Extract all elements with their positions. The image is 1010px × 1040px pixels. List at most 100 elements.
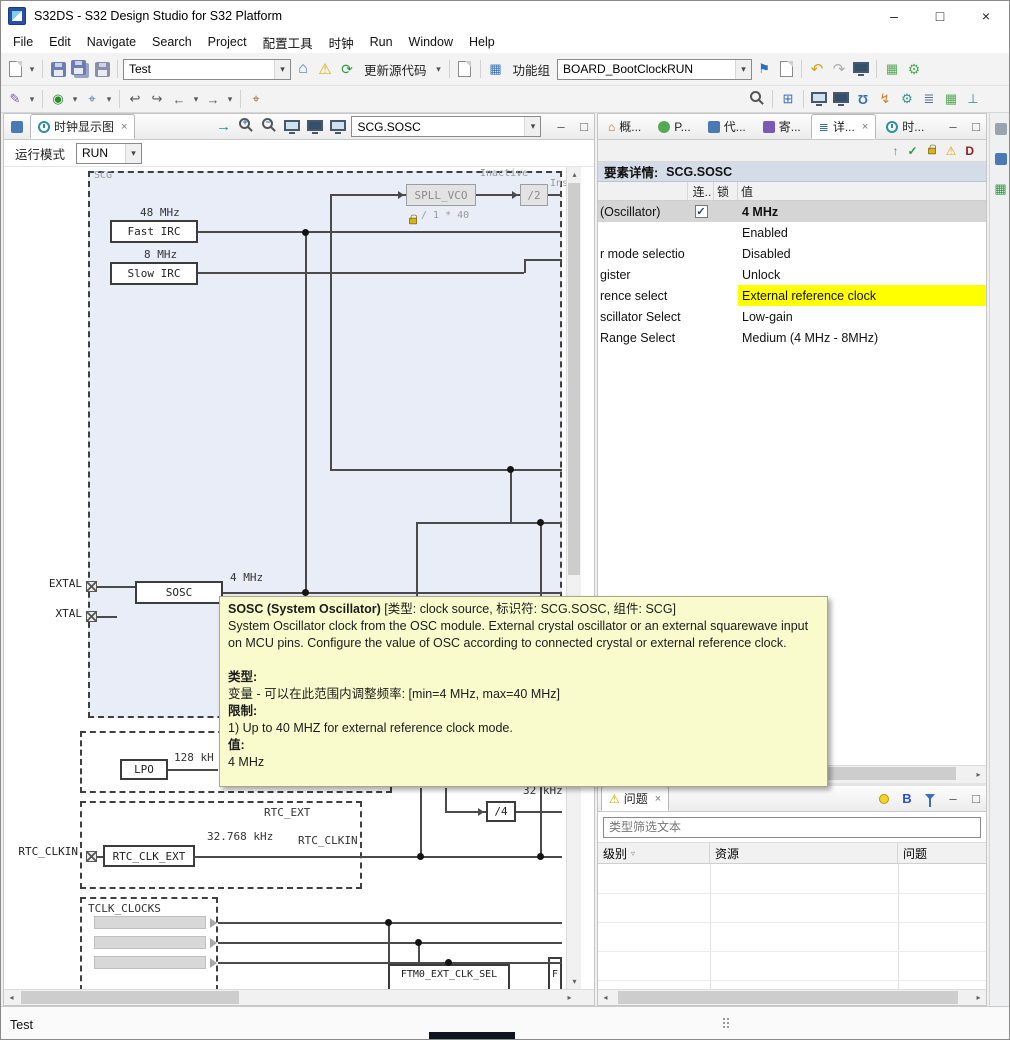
view-minimize-button[interactable]: – [551, 116, 571, 138]
open-table-button[interactable]: ⊞ [778, 88, 798, 110]
view-minimize-button[interactable]: – [943, 788, 963, 810]
detail-view-button[interactable] [328, 116, 348, 138]
tab-overview[interactable]: ⌂ 概... [601, 114, 648, 139]
forward-button[interactable]: → [203, 88, 223, 110]
save-button[interactable] [48, 58, 68, 80]
flag-button[interactable]: ⚑ [754, 58, 774, 80]
update-code-dropdown[interactable]: ▾ [434, 58, 444, 80]
functional-group-combo[interactable]: BOARD_BootClockRUN ▾ [557, 58, 753, 80]
tab-code[interactable]: 代... [701, 114, 753, 139]
tab-details[interactable]: ≣ 详... × [810, 114, 877, 139]
menu-config-tools[interactable]: 配置工具 [255, 31, 321, 54]
debug-tool-button[interactable]: ⌖ [82, 88, 102, 110]
element-combo[interactable]: SCG.SOSC ▾ [351, 116, 542, 137]
slow-irc-block[interactable]: Slow IRC [110, 262, 198, 285]
scroll-right-icon[interactable]: ▸ [971, 990, 986, 1005]
launch-config-combo[interactable]: Test ▾ [123, 58, 291, 80]
scroll-up-icon[interactable]: ▴ [567, 167, 582, 182]
spll-div2-block[interactable]: /2 [520, 184, 548, 206]
type-filter-input[interactable] [603, 816, 981, 838]
go-into-button[interactable]: → [213, 116, 233, 138]
tab-problems[interactable]: ⚠ 问题 × [601, 786, 670, 811]
functional-group-icon[interactable]: ▦ [486, 58, 506, 80]
quick-fix-button[interactable] [874, 788, 894, 810]
maximize-button[interactable]: □ [917, 1, 963, 31]
devices-tool-button[interactable] [831, 88, 851, 110]
menu-project[interactable]: Project [200, 33, 255, 51]
perspective-icon[interactable] [7, 116, 27, 138]
menu-help[interactable]: Help [461, 33, 503, 51]
menu-navigate[interactable]: Navigate [79, 33, 144, 51]
tclk-slot[interactable] [94, 936, 206, 949]
tab-close-icon[interactable]: × [121, 121, 127, 133]
warning-filter-icon[interactable]: ⚠ [946, 144, 957, 158]
search-button[interactable] [747, 88, 767, 110]
minimized-view-button[interactable] [991, 148, 1010, 170]
sosc-block[interactable]: SOSC [135, 581, 223, 604]
new-dropdown[interactable]: ▾ [27, 58, 37, 80]
menu-run[interactable]: Run [362, 33, 401, 51]
pins-tool-button[interactable]: Ʊ [853, 88, 873, 110]
spll-vco-block[interactable]: SPLL_VCO [406, 184, 476, 206]
rtc-clkin-port[interactable] [86, 851, 97, 862]
col-lock[interactable]: 锁 [714, 182, 738, 200]
zoom-out-button[interactable]: − [259, 116, 279, 138]
annotate-dropdown[interactable]: ▾ [27, 88, 37, 110]
back-button[interactable]: ← [169, 88, 189, 110]
debug-tool-dropdown[interactable]: ▾ [104, 88, 114, 110]
problems-horizontal-scrollbar[interactable]: ◂ ▸ [598, 989, 986, 1005]
tab-p[interactable]: P... [651, 114, 697, 139]
back-history-button[interactable]: ↩ [125, 88, 145, 110]
tab-registers[interactable]: 寄... [756, 114, 808, 139]
back-dropdown[interactable]: ▾ [191, 88, 201, 110]
peripherals-tool-button[interactable] [809, 88, 829, 110]
extal-port[interactable] [86, 581, 97, 592]
col-problem[interactable]: 问题 [898, 843, 986, 863]
run-tool-dropdown[interactable]: ▾ [70, 88, 80, 110]
annotate-button[interactable]: ✎ [5, 88, 25, 110]
scroll-left-icon[interactable]: ◂ [598, 990, 613, 1005]
col-name[interactable] [598, 182, 688, 200]
memory-grid-button[interactable]: ▦ [882, 58, 902, 80]
save-as-button[interactable] [92, 58, 112, 80]
clocks-tool-button[interactable]: ⚙ [897, 88, 917, 110]
col-value[interactable]: 值 [738, 182, 986, 200]
power-tool-button[interactable]: ↯ [875, 88, 895, 110]
close-button[interactable]: × [963, 1, 1009, 31]
scroll-left-icon[interactable]: ◂ [4, 990, 19, 1005]
tab-clocks[interactable]: 时... [879, 114, 931, 139]
canvas-horizontal-scrollbar[interactable]: ◂ ▸ [4, 989, 594, 1005]
tclk-slot[interactable] [94, 956, 206, 969]
config-window-button[interactable] [455, 58, 475, 80]
combo-arrow-icon[interactable]: ▾ [125, 143, 142, 163]
zoom-in-button[interactable]: + [236, 116, 256, 138]
table-row[interactable]: gister Unlock [598, 264, 986, 285]
menu-search[interactable]: Search [144, 33, 200, 51]
rtc-clk-ext-block[interactable]: RTC_CLK_EXT [103, 845, 195, 867]
tab-clock-diagram[interactable]: 时钟显示图 × [30, 114, 136, 139]
forward-history-button[interactable]: ↪ [147, 88, 167, 110]
undo-button[interactable]: ↶ [807, 58, 827, 80]
canvas-vertical-scrollbar[interactable]: ▴ ▾ [566, 167, 581, 989]
export-button[interactable] [851, 58, 871, 80]
full-view-button[interactable] [305, 116, 325, 138]
table-row[interactable]: rence select External reference clock [598, 285, 986, 306]
view-maximize-button[interactable]: □ [966, 116, 986, 138]
scroll-right-icon[interactable]: ▸ [562, 990, 577, 1005]
combo-arrow-icon[interactable]: ▾ [524, 117, 541, 136]
scrollbar-thumb[interactable] [618, 991, 958, 1004]
combo-arrow-icon[interactable]: ▾ [274, 59, 290, 79]
default-filter-icon[interactable]: D [965, 144, 974, 158]
statusbar-grip[interactable] [723, 1018, 725, 1020]
tclk-slot[interactable] [94, 916, 206, 929]
combo-arrow-icon[interactable]: ▾ [735, 59, 752, 79]
registers-tool-button[interactable]: ≣ [919, 88, 939, 110]
div4-block[interactable]: /4 [486, 801, 516, 822]
minimize-button[interactable]: – [871, 1, 917, 31]
home-button[interactable]: ⌂ [293, 58, 313, 80]
col-connected[interactable]: 连.. [688, 182, 714, 200]
forward-dropdown[interactable]: ▾ [225, 88, 235, 110]
menu-clocks[interactable]: 时钟 [321, 31, 362, 54]
tab-close-icon[interactable]: × [862, 121, 868, 133]
scroll-top-icon[interactable]: ↑ [893, 144, 899, 158]
